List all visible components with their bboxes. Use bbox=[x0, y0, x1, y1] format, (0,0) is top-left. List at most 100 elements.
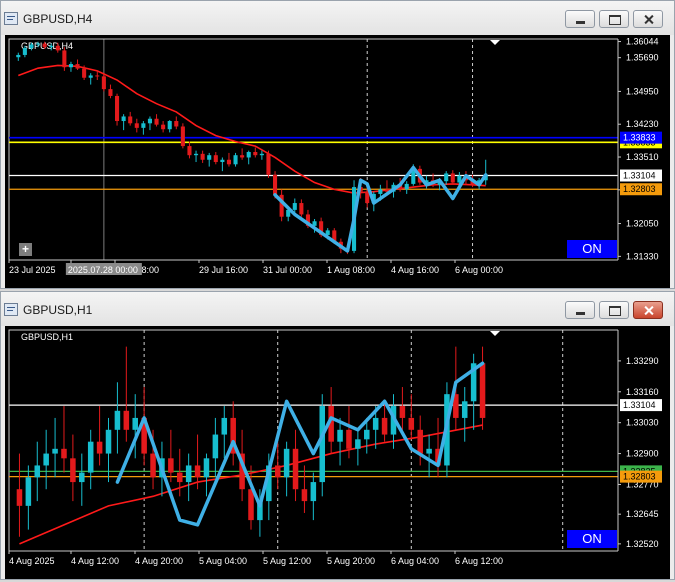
candle-body bbox=[43, 453, 49, 466]
candle-body bbox=[16, 489, 23, 506]
candle-body bbox=[226, 159, 231, 165]
add-indicator-button[interactable]: + bbox=[19, 243, 32, 256]
candle-body bbox=[233, 155, 238, 165]
candle-body bbox=[82, 68, 87, 78]
price-tick-label: 1.33030 bbox=[626, 418, 659, 428]
candle-body bbox=[95, 75, 100, 77]
time-tick-label: 29 Jul 16:00 bbox=[199, 265, 248, 275]
candle-body bbox=[355, 439, 361, 449]
price-tick-label: 1.33510 bbox=[626, 152, 659, 162]
title-bar[interactable]: GBPUSD,H4 bbox=[1, 1, 674, 35]
window-title: GBPUSD,H4 bbox=[23, 12, 93, 26]
chart-window-icon bbox=[4, 303, 18, 316]
candle-body bbox=[346, 429, 352, 449]
candle-body bbox=[150, 453, 156, 478]
candle-body bbox=[168, 458, 174, 473]
maximize-button[interactable] bbox=[599, 10, 629, 28]
chart-window-h4[interactable]: GBPUSD,H4 GBPUSD,H4 1.36044 1.35690 1.34950… bbox=[0, 0, 675, 289]
candle-body bbox=[88, 75, 93, 78]
candle-body bbox=[292, 203, 297, 210]
time-tick-label: 4 Aug 12:00 bbox=[71, 556, 119, 566]
candle-body bbox=[248, 489, 254, 521]
candle-body bbox=[176, 472, 183, 483]
price-chart-h4[interactable]: GBPUSD,H4 1.36044 1.35690 1.34950 1.34230 1.3… bbox=[5, 35, 670, 288]
price-tag-label: 1.33833 bbox=[623, 133, 656, 143]
price-tick-label: 1.36044 bbox=[626, 37, 659, 47]
close-button[interactable] bbox=[633, 301, 663, 319]
time-tick-label: 4 Aug 20:00 bbox=[135, 556, 183, 566]
candle-body bbox=[273, 174, 278, 195]
candle-body bbox=[128, 116, 133, 124]
candle-body bbox=[221, 417, 228, 435]
close-button[interactable] bbox=[633, 10, 663, 28]
time-tick-label: 23 Jul 2025 bbox=[9, 265, 56, 275]
candle-body bbox=[79, 472, 85, 483]
shift-marker-icon bbox=[490, 40, 500, 45]
candle-body bbox=[299, 203, 304, 215]
candle-body bbox=[61, 448, 67, 459]
candle-body bbox=[212, 434, 219, 459]
minimize-button[interactable] bbox=[565, 301, 595, 319]
candle-body bbox=[461, 401, 468, 418]
candle-body bbox=[16, 54, 21, 58]
price-tick-label: 1.34230 bbox=[626, 119, 659, 129]
candle-body bbox=[246, 152, 251, 158]
chart-window-h1[interactable]: GBPUSD,H1 GBPUSD,H1 1.33290 1.33160 1.33030… bbox=[0, 291, 675, 580]
candle-body bbox=[36, 43, 41, 45]
candle-body bbox=[34, 465, 41, 478]
time-tick-label: 6 Aug 00:00 bbox=[455, 265, 503, 275]
candle-body bbox=[62, 50, 67, 68]
symbol-label: GBPUSD,H4 bbox=[21, 41, 73, 51]
candle-body bbox=[381, 417, 388, 435]
price-tick-label: 1.32050 bbox=[626, 219, 659, 229]
price-tag-label: 1.32803 bbox=[623, 472, 656, 482]
candle-body bbox=[121, 116, 126, 122]
candle-body bbox=[274, 465, 281, 478]
price-chart-h1[interactable]: GBPUSD,H1 1.33290 1.33160 1.33030 1.32900 1.3… bbox=[5, 326, 670, 579]
candle-body bbox=[134, 123, 139, 128]
candle-body bbox=[29, 44, 34, 49]
candle-body bbox=[22, 48, 27, 55]
minimize-button[interactable] bbox=[565, 10, 595, 28]
candle-body bbox=[399, 406, 406, 418]
candle-body bbox=[154, 118, 159, 125]
candle-body bbox=[450, 173, 455, 183]
time-tick-label: 5 Aug 04:00 bbox=[199, 556, 247, 566]
candle-body bbox=[364, 429, 370, 440]
candle-body bbox=[141, 123, 146, 128]
candle-body bbox=[123, 410, 130, 430]
on-button[interactable]: ON bbox=[567, 240, 617, 258]
candle-body bbox=[42, 43, 47, 48]
time-tick-label: 4 Aug 2025 bbox=[9, 556, 55, 566]
candle-body bbox=[68, 64, 73, 68]
maximize-button[interactable] bbox=[599, 301, 629, 319]
candle-body bbox=[417, 429, 423, 454]
candle-body bbox=[115, 95, 120, 122]
candle-body bbox=[185, 465, 192, 483]
candle-body bbox=[75, 64, 80, 69]
price-tag-label: 1.33104 bbox=[623, 400, 656, 410]
zigzag-line bbox=[115, 361, 485, 527]
price-tick-label: 1.34950 bbox=[626, 86, 659, 96]
price-tick-label: 1.31330 bbox=[626, 251, 659, 261]
candle-body bbox=[194, 153, 199, 156]
candle-body bbox=[114, 410, 121, 430]
candle-body bbox=[378, 189, 383, 194]
candle-body bbox=[96, 441, 103, 454]
candle-body bbox=[200, 153, 205, 160]
title-bar[interactable]: GBPUSD,H1 bbox=[1, 292, 674, 326]
candle-body bbox=[52, 448, 58, 454]
on-button[interactable]: ON bbox=[567, 530, 617, 548]
candle-body bbox=[147, 118, 152, 124]
price-tick-label: 1.33160 bbox=[626, 387, 659, 397]
candle-body bbox=[266, 153, 271, 175]
price-tick-label: 1.32645 bbox=[626, 509, 659, 519]
price-tick-label: 1.33290 bbox=[626, 356, 659, 366]
candle-body bbox=[194, 465, 201, 478]
time-tick-label: 5 Aug 12:00 bbox=[263, 556, 311, 566]
window-title: GBPUSD,H1 bbox=[23, 303, 93, 317]
candle-body bbox=[404, 183, 409, 190]
time-tick-label: 4 Aug 16:00 bbox=[391, 265, 439, 275]
candle-body bbox=[207, 155, 212, 160]
price-tick-label: 1.32520 bbox=[626, 539, 659, 549]
